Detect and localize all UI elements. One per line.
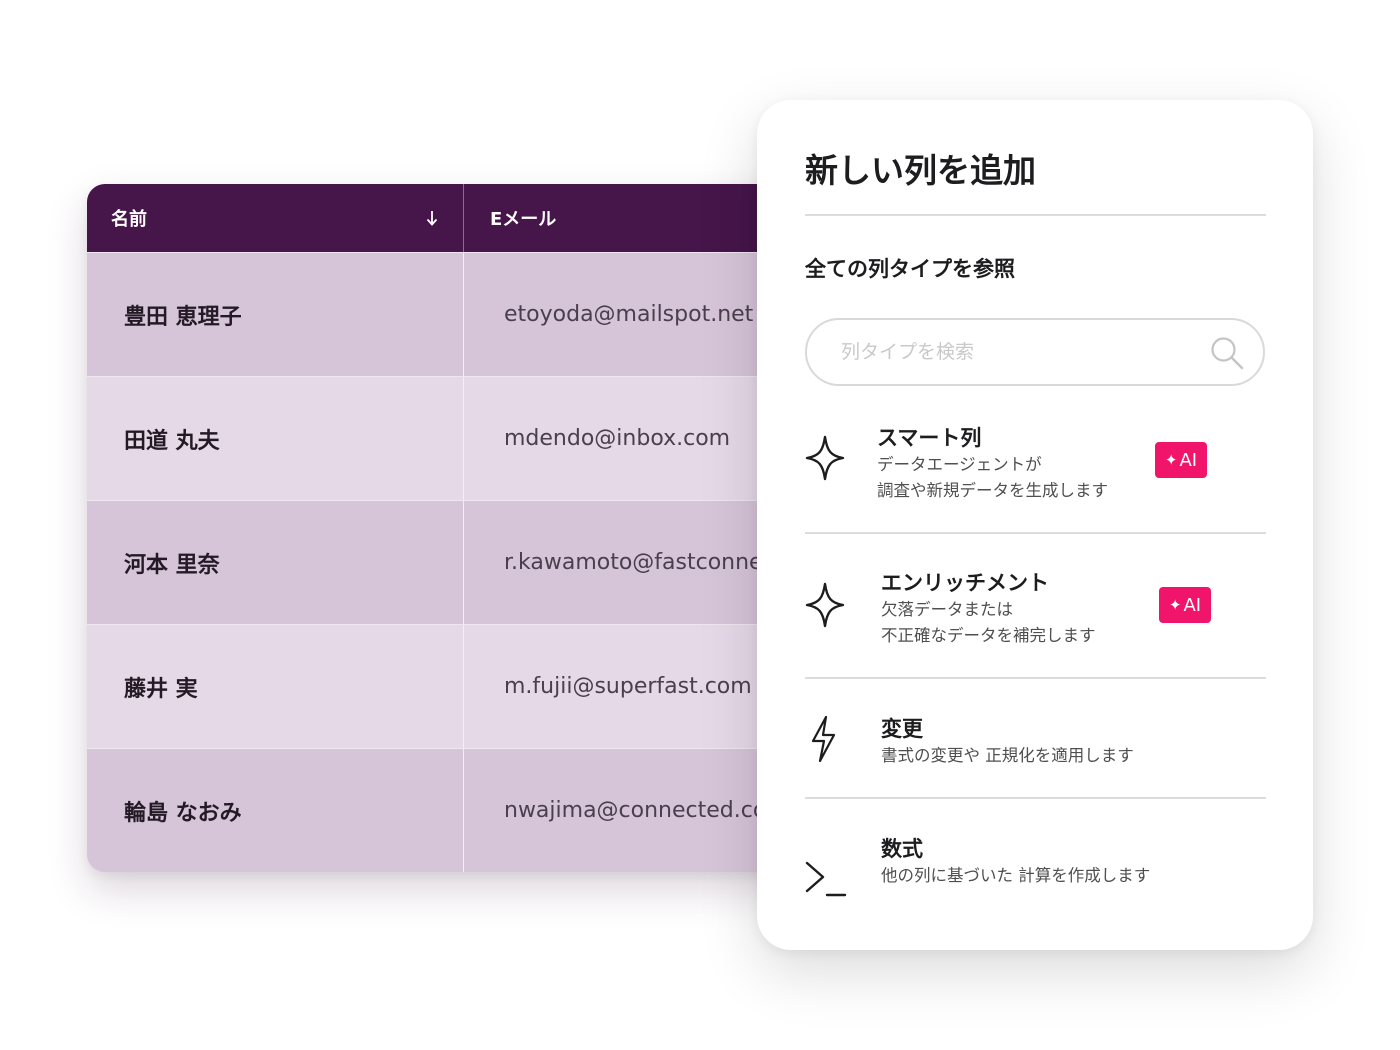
sparkle-icon bbox=[805, 582, 845, 628]
option-description-line: 他の列に基づいた 計算を作成します bbox=[881, 866, 1151, 885]
option-title: エンリッチメント bbox=[881, 571, 1049, 595]
option-enrichment[interactable]: エンリッチメント 欠落データまたは 不正確なデータを補完します ✦ AI bbox=[797, 567, 1267, 667]
table-row[interactable]: 河本 里奈 r.kawamoto@fastconnect bbox=[87, 500, 807, 624]
option-description-line: データエージェントが bbox=[877, 455, 1042, 474]
cell-email[interactable]: r.kawamoto@fastconnect bbox=[464, 501, 807, 624]
option-description: 欠落データまたは 不正確なデータを補完します bbox=[881, 597, 1096, 649]
table-header: 名前 Eメール bbox=[87, 184, 807, 252]
option-description: 書式の変更や 正規化を適用します bbox=[881, 743, 1134, 769]
search-icon[interactable] bbox=[1209, 335, 1245, 371]
sparkle-icon: ✦ bbox=[1164, 451, 1178, 469]
browse-column-types-label: 全ての列タイプを参照 bbox=[805, 257, 1015, 281]
column-header-email-label: Eメール bbox=[490, 209, 557, 230]
ai-badge: ✦ AI bbox=[1155, 442, 1207, 478]
option-description-line: 欠落データまたは bbox=[881, 600, 1013, 619]
option-formula[interactable]: 数式 他の列に基づいた 計算を作成します bbox=[797, 833, 1267, 923]
option-title: 数式 bbox=[881, 837, 923, 861]
panel-title: 新しい列を追加 bbox=[805, 151, 1036, 190]
option-title: 変更 bbox=[881, 717, 923, 741]
terminal-icon bbox=[805, 861, 847, 897]
add-column-panel: 新しい列を追加 全ての列タイプを参照 スマート列 データエージェントが 調査や新… bbox=[757, 100, 1313, 950]
sparkle-icon: ✦ bbox=[1168, 596, 1182, 614]
table-row[interactable]: 藤井 実 m.fujii@superfast.com bbox=[87, 624, 807, 748]
column-header-email[interactable]: Eメール bbox=[464, 184, 807, 252]
option-description: 他の列に基づいた 計算を作成します bbox=[881, 863, 1150, 889]
divider bbox=[805, 532, 1266, 534]
cell-name[interactable]: 豊田 恵理子 bbox=[87, 253, 464, 376]
option-transform[interactable]: 変更 書式の変更や 正規化を適用します bbox=[797, 713, 1267, 785]
table-row[interactable]: 輪島 なおみ nwajima@connected.co bbox=[87, 748, 807, 872]
divider bbox=[805, 797, 1266, 799]
cell-email[interactable]: nwajima@connected.co bbox=[464, 749, 807, 872]
ai-badge: ✦ AI bbox=[1159, 587, 1211, 623]
table-row[interactable]: 豊田 恵理子 etoyoda@mailspot.net bbox=[87, 252, 807, 376]
search-input[interactable] bbox=[839, 340, 1183, 364]
cell-email[interactable]: m.fujii@superfast.com bbox=[464, 625, 807, 748]
ai-badge-label: AI bbox=[1183, 594, 1202, 616]
table-row[interactable]: 田道 丸夫 mdendo@inbox.com bbox=[87, 376, 807, 500]
column-header-name-label: 名前 bbox=[111, 209, 147, 230]
option-description-line: 書式の変更や 正規化を適用します bbox=[881, 746, 1134, 765]
sort-arrow-down-icon[interactable] bbox=[425, 209, 439, 227]
option-description: データエージェントが 調査や新規データを生成します bbox=[877, 452, 1108, 504]
ai-badge-label: AI bbox=[1179, 449, 1198, 471]
option-smart-column[interactable]: スマート列 データエージェントが 調査や新規データを生成します ✦ AI bbox=[797, 422, 1267, 522]
option-description-line: 調査や新規データを生成します bbox=[877, 481, 1108, 500]
column-type-search[interactable] bbox=[805, 318, 1265, 386]
cell-name[interactable]: 田道 丸夫 bbox=[87, 377, 464, 500]
contacts-table: 名前 Eメール 豊田 恵理子 etoyoda@mailspot.net 田道 丸… bbox=[87, 184, 807, 872]
column-header-name[interactable]: 名前 bbox=[87, 184, 464, 252]
cell-email[interactable]: etoyoda@mailspot.net bbox=[464, 253, 807, 376]
sparkle-icon bbox=[805, 435, 845, 481]
cell-name[interactable]: 輪島 なおみ bbox=[87, 749, 464, 872]
divider bbox=[805, 677, 1266, 679]
lightning-icon bbox=[811, 715, 836, 763]
cell-name[interactable]: 藤井 実 bbox=[87, 625, 464, 748]
divider bbox=[805, 214, 1266, 216]
cell-name[interactable]: 河本 里奈 bbox=[87, 501, 464, 624]
option-title: スマート列 bbox=[877, 426, 982, 450]
option-description-line: 不正確なデータを補完します bbox=[881, 626, 1096, 645]
cell-email[interactable]: mdendo@inbox.com bbox=[464, 377, 807, 500]
